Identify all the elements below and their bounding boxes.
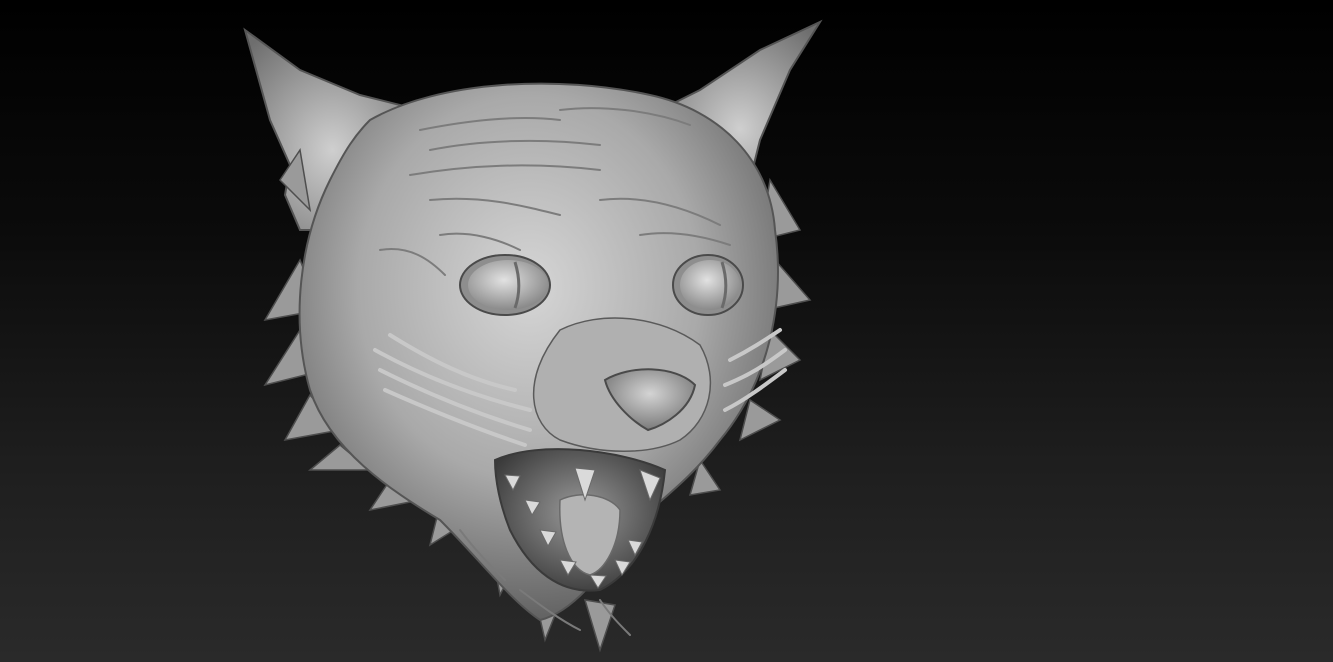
- sculpt-viewport[interactable]: [0, 0, 1333, 662]
- cat-head-sculpt[interactable]: [0, 0, 1333, 662]
- right-eye: [672, 254, 744, 316]
- left-eye: [459, 254, 551, 316]
